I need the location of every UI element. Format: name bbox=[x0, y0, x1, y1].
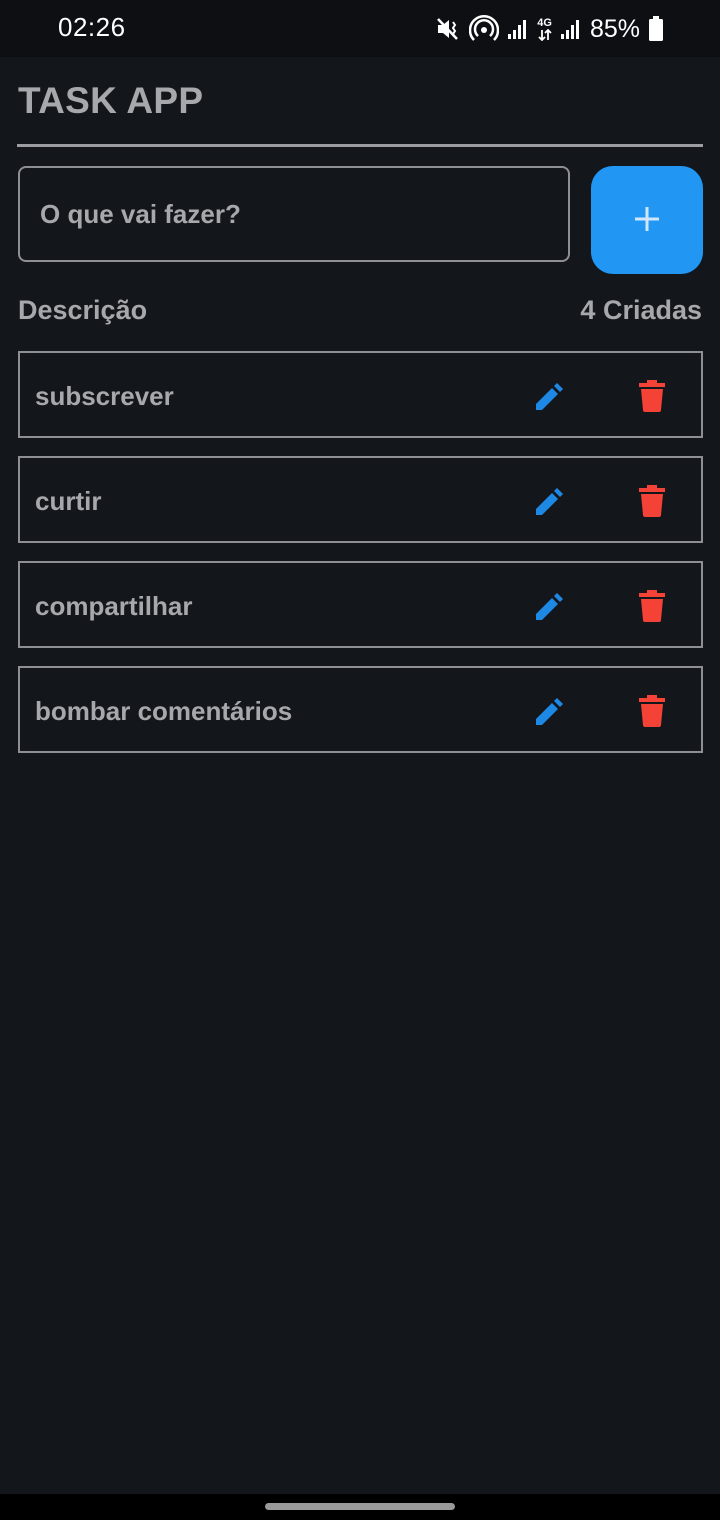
created-count: 4 Criadas bbox=[580, 295, 702, 325]
trash-icon[interactable] bbox=[638, 590, 666, 622]
app-screen: 02:26 4G 85% TASK APP O que vai fazer? D… bbox=[0, 0, 720, 1520]
status-icons: 4G 85% bbox=[435, 12, 664, 46]
battery-percent: 85% bbox=[589, 14, 640, 43]
page-title: TASK APP bbox=[18, 80, 204, 121]
task-item: curtir bbox=[18, 456, 703, 543]
task-label: compartilhar bbox=[35, 591, 193, 621]
edit-icon[interactable] bbox=[532, 380, 566, 414]
battery-icon bbox=[648, 16, 664, 42]
title-divider bbox=[17, 144, 703, 147]
network-4g-icon: 4G bbox=[537, 17, 552, 41]
task-item: bombar comentários bbox=[18, 666, 703, 753]
task-label: subscrever bbox=[35, 381, 174, 411]
home-indicator[interactable] bbox=[265, 1503, 455, 1510]
task-input[interactable] bbox=[18, 166, 570, 262]
task-item: compartilhar bbox=[18, 561, 703, 648]
navigation-bar bbox=[0, 1494, 720, 1520]
trash-icon[interactable] bbox=[638, 485, 666, 517]
edit-icon[interactable] bbox=[532, 695, 566, 729]
vibrate-mute-icon bbox=[435, 16, 461, 42]
plus-icon bbox=[633, 205, 661, 236]
status-time: 02:26 bbox=[58, 12, 126, 42]
signal-icon bbox=[560, 18, 582, 40]
edit-icon[interactable] bbox=[532, 485, 566, 519]
task-label: bombar comentários bbox=[35, 696, 293, 726]
description-header: Descrição bbox=[18, 295, 148, 325]
status-bar: 02:26 4G 85% bbox=[0, 0, 720, 57]
add-task-button[interactable] bbox=[591, 166, 703, 274]
hotspot-icon bbox=[469, 14, 500, 44]
task-item: subscrever bbox=[18, 351, 703, 438]
signal-icon bbox=[507, 18, 529, 40]
trash-icon[interactable] bbox=[638, 380, 666, 412]
edit-icon[interactable] bbox=[532, 590, 566, 624]
trash-icon[interactable] bbox=[638, 695, 666, 727]
task-label: curtir bbox=[35, 486, 102, 516]
